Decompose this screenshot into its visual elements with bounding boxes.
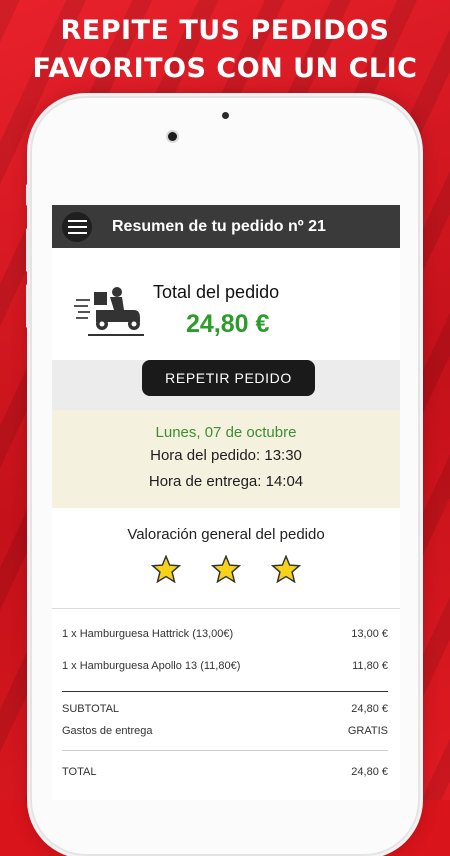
subtotal-row: SUBTOTAL 24,80 €	[62, 698, 388, 720]
order-line-name: 1 x Hamburguesa Hattrick (13,00€)	[62, 628, 234, 640]
total-row: TOTAL 24,80 €	[62, 761, 388, 783]
order-line: 1 x Hamburguesa Apollo 13 (11,80€) 11,80…	[62, 653, 388, 685]
total-label: Total del pedido	[153, 282, 280, 302]
order-time: Hora del pedido: 13:30	[150, 447, 302, 464]
rating-section: Valoración general del pedido	[52, 508, 400, 609]
star-icon[interactable]	[271, 555, 301, 583]
headline-line-1: REPITE TUS PEDIDOS	[60, 15, 390, 46]
phone-speaker	[222, 112, 229, 119]
total-value: 24,80 €	[186, 310, 270, 338]
order-date: Lunes, 07 de octubre	[155, 424, 297, 441]
divider	[62, 691, 388, 692]
subtotal-value: 24,80 €	[351, 703, 388, 715]
divider	[62, 750, 388, 751]
subtotal-label: SUBTOTAL	[62, 703, 120, 715]
repeat-order-button[interactable]: REPETIR PEDIDO	[142, 360, 315, 396]
delivery-scooter-icon	[74, 287, 144, 336]
star-icon[interactable]	[151, 555, 181, 583]
delivery-info: Lunes, 07 de octubre Hora del pedido: 13…	[52, 410, 400, 508]
phone-camera	[168, 132, 177, 141]
order-line-price: 11,80 €	[352, 660, 388, 672]
order-lines: 1 x Hamburguesa Hattrick (13,00€) 13,00 …	[52, 609, 400, 783]
phone-volume-down	[26, 284, 30, 328]
page-title: Resumen de tu pedido nº 21	[112, 217, 326, 235]
app-header: Resumen de tu pedido nº 21	[52, 205, 400, 248]
hamburger-menu-icon[interactable]	[62, 211, 92, 242]
delivery-fee-value: GRATIS	[347, 725, 388, 737]
order-line-price: 13,00 €	[351, 628, 388, 640]
order-summary: Total del pedido 24,80 €	[52, 248, 400, 360]
phone-volume-up	[26, 228, 30, 272]
delivery-fee-label: Gastos de entrega	[62, 725, 153, 737]
order-line: 1 x Hamburguesa Hattrick (13,00€) 13,00 …	[62, 621, 388, 653]
rating-stars	[52, 555, 400, 583]
star-icon[interactable]	[211, 555, 241, 583]
grand-total-label: TOTAL	[62, 766, 97, 778]
grand-total-value: 24,80 €	[351, 766, 388, 778]
delivery-time: Hora de entrega: 14:04	[148, 473, 304, 490]
repeat-band: REPETIR PEDIDO	[52, 360, 400, 410]
order-line-name: 1 x Hamburguesa Apollo 13 (11,80€)	[62, 660, 241, 672]
phone-mute-switch	[26, 184, 30, 206]
rating-label: Valoración general del pedido	[127, 526, 325, 543]
promo-headline: REPITE TUS PEDIDOS FAVORITOS CON UN CLIC	[0, 12, 450, 88]
headline-line-2: FAVORITOS CON UN CLIC	[32, 53, 418, 84]
delivery-fee-row: Gastos de entrega GRATIS	[62, 720, 388, 742]
app-screen: Resumen de tu pedido nº 21 Total del ped…	[52, 205, 400, 800]
